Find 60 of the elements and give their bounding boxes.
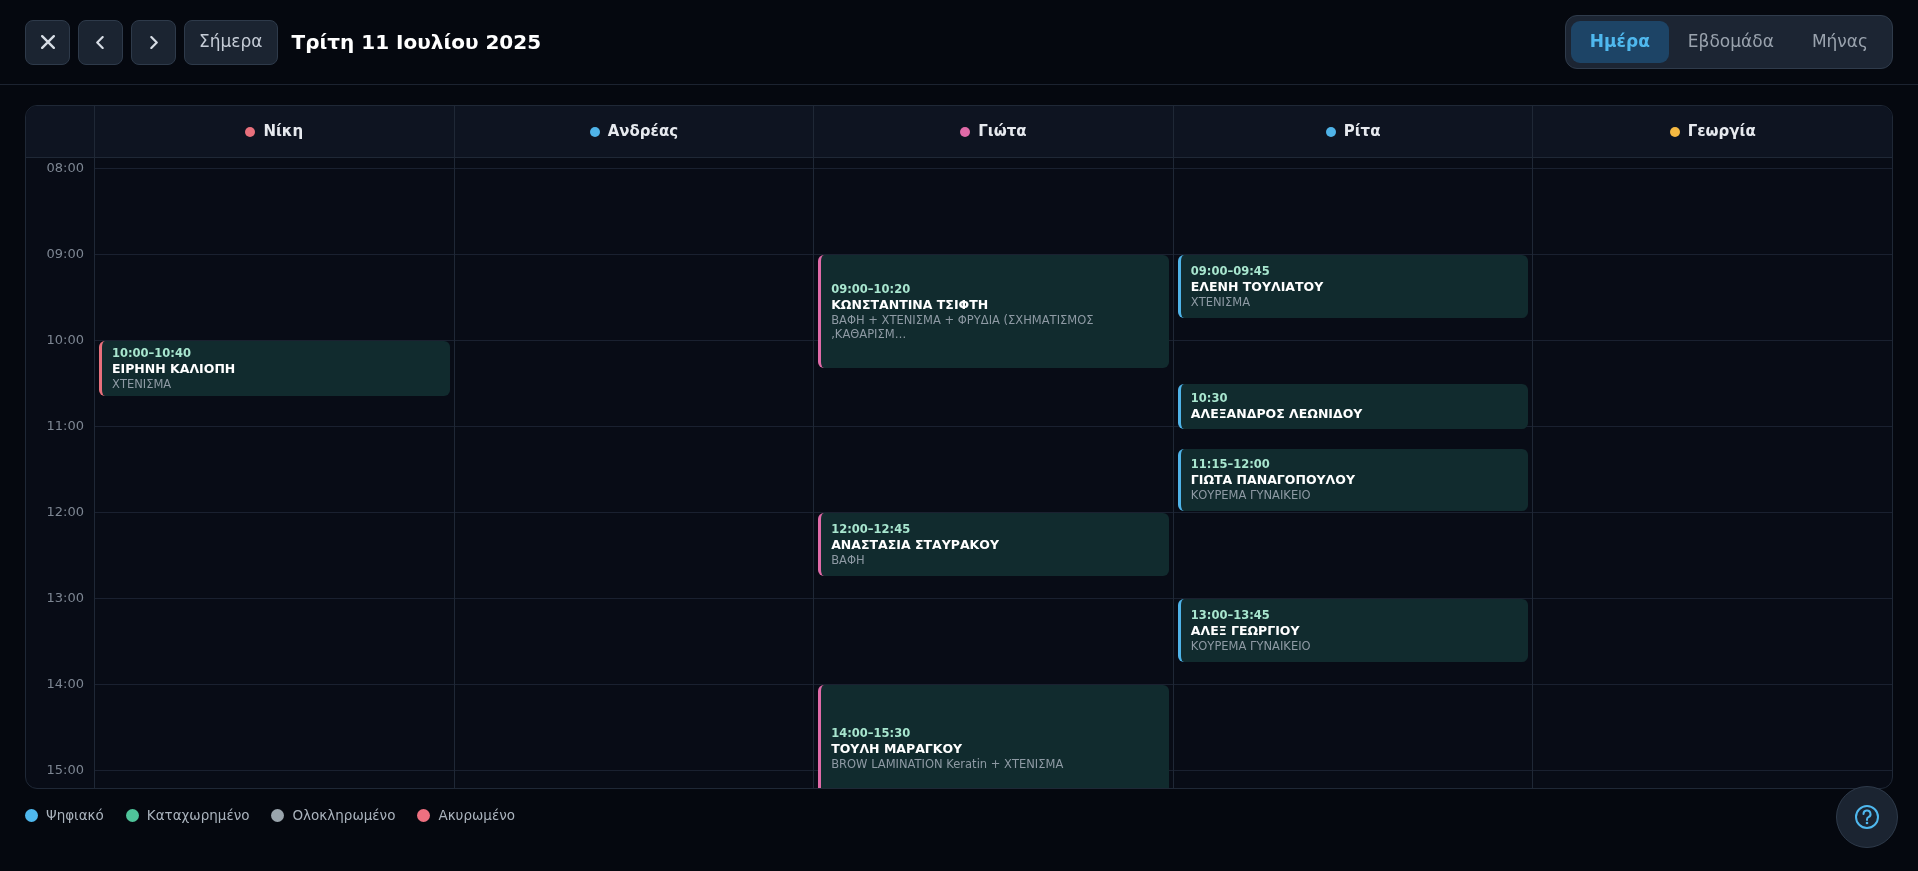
appointment-card[interactable]: 12:00–12:45 ΑΝΑΣΤΑΣΙΑ ΣΤΑΥΡΑΚΟΥ ΒΑΦΗ bbox=[818, 513, 1169, 576]
staff-name: Ρίτα bbox=[1343, 121, 1381, 143]
service-name: ΚΟΥΡΕΜΑ ΓΥΝΑΙΚΕΙΟ bbox=[1190, 488, 1312, 503]
appointment-time: 09:00–10:20 bbox=[831, 281, 912, 297]
client-name: ΑΝΑΣΤΑΣΙΑ ΣΤΑΥΡΑΚΟΥ bbox=[831, 536, 1000, 553]
service-name: BROW LAMINATION Keratin + ΧΤΕΝΙΣΜΑ bbox=[831, 757, 1065, 771]
staff-name: Γιώτα bbox=[978, 121, 1027, 143]
client-name: ΕΙΡΗΝΗ ΚΑΛΙΟΠΗ bbox=[112, 361, 237, 378]
appointment-time: 09:00–09:45 bbox=[1190, 263, 1271, 279]
legend-label: Ψηφιακό bbox=[46, 806, 104, 825]
help-icon bbox=[1854, 804, 1880, 830]
close-icon bbox=[40, 35, 55, 49]
hour-label: 09:00 bbox=[46, 246, 84, 261]
legend-label: Καταχωρημένο bbox=[146, 806, 250, 825]
legend-label: Ακυρωμένο bbox=[438, 806, 515, 825]
appointment-card[interactable]: 09:00–10:20 ΚΩΝΣΤΑΝΤΙΝΑ ΤΣΙΦΤΗ ΒΑΦΗ + ΧΤΕΝΙΣΜΑ + ΦΡΥΔΙΑ (ΣΧΗΜΑΤΙΣΜΟΣ ,ΚΑΘΑΡΙΣΜ… bbox=[818, 255, 1169, 368]
appointment-card[interactable]: 10:00–10:40 ΕΙΡΗΝΗ ΚΑΛΙΟΠΗ ΧΤΕΝΙΣΜΑ bbox=[99, 341, 450, 397]
appointment-time: 12:00–12:45 bbox=[831, 521, 912, 537]
client-name: ΓΙΩΤΑ ΠΑΝΑΓΟΠΟΥΛΟΥ bbox=[1190, 472, 1356, 489]
hour-label: 08:00 bbox=[46, 160, 84, 175]
chevron-left-icon bbox=[96, 35, 105, 49]
view-tab[interactable]: Εβδομάδα bbox=[1668, 21, 1793, 63]
legend-label: Ολοκληρωμένο bbox=[292, 806, 396, 825]
appointment-card[interactable]: 14:00–15:30 ΤΟΥΛΗ ΜΑΡΑΓΚΟΥ BROW LAMINATION Keratin + ΧΤΕΝΙΣΜΑ bbox=[818, 685, 1169, 788]
chevron-right-icon bbox=[149, 35, 158, 49]
service-name: ΧΤΕΝΙΣΜΑ bbox=[112, 377, 173, 392]
service-name: ΒΑΦΗ bbox=[831, 552, 866, 567]
staff-name: Ανδρέας bbox=[607, 121, 679, 143]
appointment-time: 10:00–10:40 bbox=[112, 346, 192, 362]
hour-label: 14:00 bbox=[46, 676, 84, 691]
hour-label: 15:00 bbox=[46, 762, 84, 777]
service-name: ΚΟΥΡΕΜΑ ΓΥΝΑΙΚΕΙΟ bbox=[1190, 638, 1312, 653]
client-name: ΚΩΝΣΤΑΝΤΙΝΑ ΤΣΙΦΤΗ bbox=[831, 296, 990, 313]
appointment-time: 14:00–15:30 bbox=[831, 726, 912, 741]
staff-name: Νίκη bbox=[263, 121, 304, 143]
service-name: ΧΤΕΝΙΣΜΑ bbox=[1190, 294, 1251, 309]
appointment-time: 13:00–13:45 bbox=[1190, 607, 1271, 623]
view-tab[interactable]: Μήνας bbox=[1792, 21, 1887, 63]
client-name: ΑΛΕΞ ΓΕΩΡΓΙΟΥ bbox=[1190, 622, 1301, 639]
staff-name: Γεωργία bbox=[1687, 121, 1756, 143]
previous-button[interactable] bbox=[78, 19, 123, 65]
next-button[interactable] bbox=[131, 19, 176, 65]
appointment-card[interactable]: 13:00–13:45 ΑΛΕΞ ΓΕΩΡΓΙΟΥ ΚΟΥΡΕΜΑ ΓΥΝΑΙΚΕΙΟ bbox=[1177, 599, 1529, 662]
hour-label: 11:00 bbox=[46, 418, 84, 433]
client-name: ΑΛΕΞΑΝΔΡΟΣ ΛΕΩΝΙΔΟΥ bbox=[1190, 406, 1364, 423]
close-button[interactable] bbox=[25, 19, 70, 65]
today-button[interactable]: Σήμερα bbox=[184, 19, 278, 65]
appointment-time: 11:15–12:00 bbox=[1190, 457, 1271, 473]
appointment-card[interactable]: 10:30 ΑΛΕΞΑΝΔΡΟΣ ΛΕΩΝΙΔΟΥ bbox=[1177, 384, 1529, 430]
client-name: ΕΛΕΝΗ ΤΟΥΛΙΑΤΟΥ bbox=[1190, 278, 1325, 295]
appointment-time: 10:30 bbox=[1190, 391, 1229, 407]
hour-label: 13:00 bbox=[46, 590, 84, 605]
hour-label: 10:00 bbox=[46, 332, 84, 347]
date-title: Τρίτη 11 Ιουλίου 2025 bbox=[291, 29, 542, 56]
service-name: ΒΑΦΗ + ΧΤΕΝΙΣΜΑ + ΦΡΥΔΙΑ (ΣΧΗΜΑΤΙΣΜΟΣ ,ΚΑΘΑΡΙΣΜ… bbox=[831, 312, 1095, 341]
appointment-card[interactable]: 09:00–09:45 ΕΛΕΝΗ ΤΟΥΛΙΑΤΟΥ ΧΤΕΝΙΣΜΑ bbox=[1177, 255, 1529, 318]
view-tab[interactable]: Ημέρα bbox=[1570, 21, 1669, 63]
appointment-card[interactable]: 11:15–12:00 ΓΙΩΤΑ ΠΑΝΑΓΟΠΟΥΛΟΥ ΚΟΥΡΕΜΑ ΓΥΝΑΙΚΕΙΟ bbox=[1177, 448, 1529, 511]
client-name: ΤΟΥΛΗ ΜΑΡΑΓΚΟΥ bbox=[831, 741, 964, 757]
hour-label: 12:00 bbox=[46, 504, 84, 519]
